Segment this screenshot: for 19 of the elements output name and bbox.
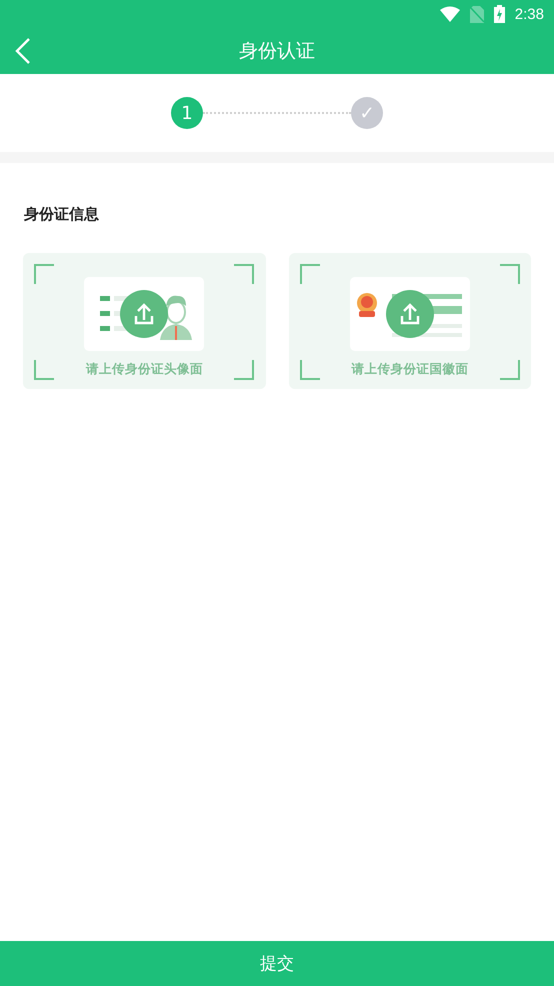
step-indicator: 1 [171,97,203,129]
upload-icon[interactable] [120,290,168,338]
submit-button[interactable]: 提交 [0,941,554,986]
battery-charging-icon [494,5,505,23]
no-sim-icon [470,6,484,22]
upload-caption: 请上传身份证国徽面 [351,361,468,378]
page-title: 身份认证 [239,39,315,64]
upload-icon[interactable] [386,290,434,338]
upload-card[interactable]: 请上传身份证头像面 [23,253,266,389]
step-indicator: ✓ [351,97,383,129]
upload-caption: 请上传身份证头像面 [86,361,203,378]
status-time: 2:38 [514,6,544,22]
upload-card[interactable]: 请上传身份证国徽面 [288,253,531,389]
back-icon[interactable] [15,38,31,64]
emblem-icon [356,292,378,318]
frame-corners-icon [300,264,520,380]
section-title: 身份证信息 [24,205,100,224]
wifi-icon [440,6,460,22]
frame-corners-icon [34,264,254,380]
